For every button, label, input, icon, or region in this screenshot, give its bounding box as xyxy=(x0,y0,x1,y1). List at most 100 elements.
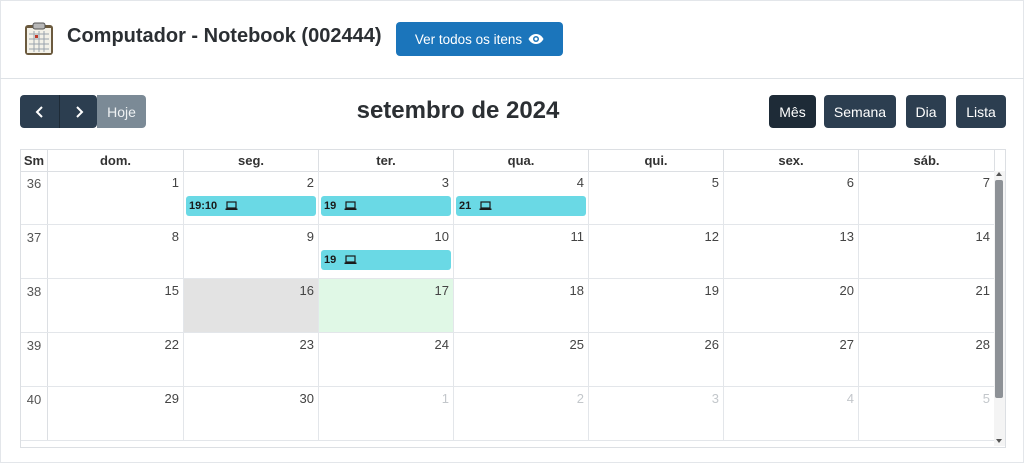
day-number[interactable]: 26 xyxy=(705,337,719,352)
view-all-items-button[interactable]: Ver todos os itens xyxy=(396,22,563,56)
list-view-button[interactable]: Lista xyxy=(956,95,1006,128)
day-number[interactable]: 1 xyxy=(442,391,449,406)
day-cell[interactable]: 26 xyxy=(589,333,724,386)
scroll-down-arrow[interactable] xyxy=(996,439,1002,443)
day-cell[interactable]: 10 19 xyxy=(319,225,454,278)
day-cell[interactable]: 18 xyxy=(454,279,589,332)
event-time: 19:10 xyxy=(189,200,218,212)
day-number[interactable]: 9 xyxy=(307,229,314,244)
week-number[interactable]: 38 xyxy=(21,279,48,332)
week-row: 40 29 30 1 2 3 4 5 xyxy=(21,387,995,441)
day-cell[interactable]: 1 xyxy=(48,171,184,224)
day-number[interactable]: 23 xyxy=(300,337,314,352)
day-number[interactable]: 4 xyxy=(577,175,584,190)
day-cell[interactable]: 14 xyxy=(859,225,995,278)
day-number[interactable]: 24 xyxy=(435,337,449,352)
day-cell[interactable]: 5 xyxy=(859,387,995,440)
day-cell[interactable]: 3 19 xyxy=(319,171,454,224)
day-number[interactable]: 10 xyxy=(435,229,449,244)
day-number[interactable]: 16 xyxy=(300,283,314,298)
day-cell[interactable]: 15 xyxy=(48,279,184,332)
day-cell[interactable]: 23 xyxy=(184,333,319,386)
day-cell[interactable]: 2 19:10 xyxy=(184,171,319,224)
day-cell[interactable]: 22 xyxy=(48,333,184,386)
day-number[interactable]: 13 xyxy=(840,229,854,244)
day-number[interactable]: 2 xyxy=(307,175,314,190)
day-number[interactable]: 14 xyxy=(976,229,990,244)
weekday-header: qua. xyxy=(454,150,589,171)
day-cell[interactable]: 16 xyxy=(184,279,319,332)
day-number[interactable]: 7 xyxy=(983,175,990,190)
day-cell[interactable]: 30 xyxy=(184,387,319,440)
day-cell[interactable]: 27 xyxy=(724,333,859,386)
week-number[interactable]: 39 xyxy=(21,333,48,386)
chevron-left-icon xyxy=(35,105,43,118)
day-number[interactable]: 30 xyxy=(300,391,314,406)
day-number[interactable]: 25 xyxy=(570,337,584,352)
day-cell[interactable]: 29 xyxy=(48,387,184,440)
day-number[interactable]: 12 xyxy=(705,229,719,244)
day-cell[interactable]: 4 xyxy=(724,387,859,440)
page-header: Computador - Notebook (002444) Ver todos… xyxy=(0,0,1024,79)
day-number[interactable]: 2 xyxy=(577,391,584,406)
week-number[interactable]: 37 xyxy=(21,225,48,278)
day-cell[interactable]: 2 xyxy=(454,387,589,440)
day-cell[interactable]: 8 xyxy=(48,225,184,278)
day-number[interactable]: 5 xyxy=(983,391,990,406)
day-cell[interactable]: 24 xyxy=(319,333,454,386)
week-number[interactable]: 36 xyxy=(21,171,48,224)
month-view-button[interactable]: Mês xyxy=(769,95,816,128)
page-title: Computador - Notebook (002444) xyxy=(67,25,382,47)
day-cell[interactable]: 12 xyxy=(589,225,724,278)
day-cell[interactable]: 19 xyxy=(589,279,724,332)
laptop-icon xyxy=(344,201,357,210)
today-button[interactable]: Hoje xyxy=(97,95,146,128)
day-number[interactable]: 3 xyxy=(442,175,449,190)
day-cell[interactable]: 25 xyxy=(454,333,589,386)
week-number[interactable]: 40 xyxy=(21,387,48,440)
day-number[interactable]: 4 xyxy=(847,391,854,406)
day-number[interactable]: 3 xyxy=(712,391,719,406)
prev-month-button[interactable] xyxy=(20,95,59,128)
next-month-button[interactable] xyxy=(59,95,97,128)
calendar-event[interactable]: 19:10 xyxy=(186,196,316,216)
scrollbar-thumb[interactable] xyxy=(995,180,1003,398)
day-number[interactable]: 29 xyxy=(165,391,179,406)
day-number[interactable]: 21 xyxy=(976,283,990,298)
day-cell[interactable]: 28 xyxy=(859,333,995,386)
day-number[interactable]: 15 xyxy=(165,283,179,298)
day-cell[interactable]: 3 xyxy=(589,387,724,440)
day-cell[interactable]: 21 xyxy=(859,279,995,332)
day-cell[interactable]: 7 xyxy=(859,171,995,224)
day-cell[interactable]: 5 xyxy=(589,171,724,224)
day-number[interactable]: 8 xyxy=(172,229,179,244)
day-cell[interactable]: 4 21 xyxy=(454,171,589,224)
day-number[interactable]: 11 xyxy=(571,229,585,244)
laptop-icon xyxy=(225,201,238,210)
scroll-up-arrow[interactable] xyxy=(996,172,1002,176)
day-number[interactable]: 18 xyxy=(570,283,584,298)
day-number[interactable]: 17 xyxy=(435,283,449,298)
weekday-header: sáb. xyxy=(859,150,995,171)
day-cell[interactable]: 20 xyxy=(724,279,859,332)
day-cell[interactable]: 13 xyxy=(724,225,859,278)
day-cell[interactable]: 17 xyxy=(319,279,454,332)
month-grid: Sm dom. seg. ter. qua. qui. sex. sáb. 36 1 2 19:10… xyxy=(20,149,1006,448)
day-number[interactable]: 5 xyxy=(712,175,719,190)
day-cell[interactable]: 9 xyxy=(184,225,319,278)
day-cell[interactable]: 6 xyxy=(724,171,859,224)
day-number[interactable]: 20 xyxy=(840,283,854,298)
day-number[interactable]: 19 xyxy=(705,283,719,298)
day-number[interactable]: 28 xyxy=(976,337,990,352)
day-cell[interactable]: 11 xyxy=(454,225,589,278)
day-number[interactable]: 22 xyxy=(165,337,179,352)
day-number[interactable]: 1 xyxy=(172,175,179,190)
calendar-event[interactable]: 19 xyxy=(321,196,451,216)
day-number[interactable]: 27 xyxy=(840,337,854,352)
week-view-button[interactable]: Semana xyxy=(824,95,896,128)
calendar-event[interactable]: 21 xyxy=(456,196,586,216)
calendar-event[interactable]: 19 xyxy=(321,250,451,270)
day-cell[interactable]: 1 xyxy=(319,387,454,440)
day-view-button[interactable]: Dia xyxy=(906,95,946,128)
day-number[interactable]: 6 xyxy=(847,175,854,190)
